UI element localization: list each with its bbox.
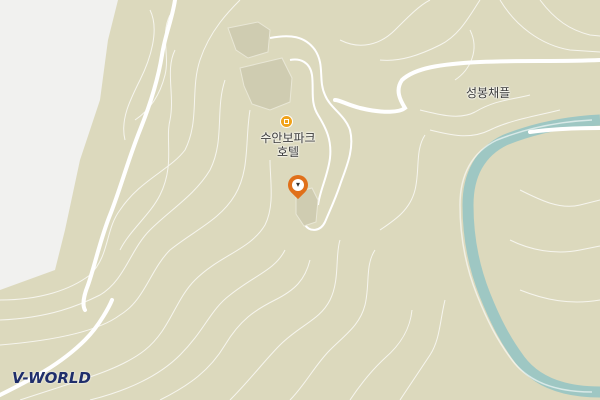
map-canvas [0,0,600,400]
hotel-label[interactable]: 수안보파크 호텔 [248,131,328,159]
location-pin-icon[interactable]: ▾ [283,170,313,200]
pin-glyph: ▾ [292,179,304,191]
hotel-label-line2: 호텔 [276,145,300,159]
place-label[interactable]: 성봉채플 [466,86,510,100]
vworld-logo: V-WORLD [12,369,91,387]
map-view[interactable]: 수안보파크 호텔 성봉채플 ▾ V-WORLD [0,0,600,400]
hotel-icon[interactable] [280,115,293,128]
hotel-label-line1: 수안보파크 [260,131,316,145]
